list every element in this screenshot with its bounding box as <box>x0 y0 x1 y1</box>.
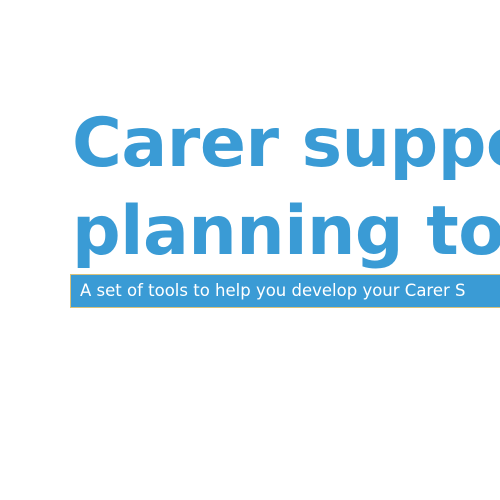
subtitle-text: A set of tools to help you develop your … <box>80 281 466 300</box>
subtitle-banner: A set of tools to help you develop your … <box>70 274 500 308</box>
title-line-1: Carer support <box>72 104 500 183</box>
title-line-2: planning tool <box>72 192 500 271</box>
document-page: Carer support planning tool A set of too… <box>0 0 500 500</box>
